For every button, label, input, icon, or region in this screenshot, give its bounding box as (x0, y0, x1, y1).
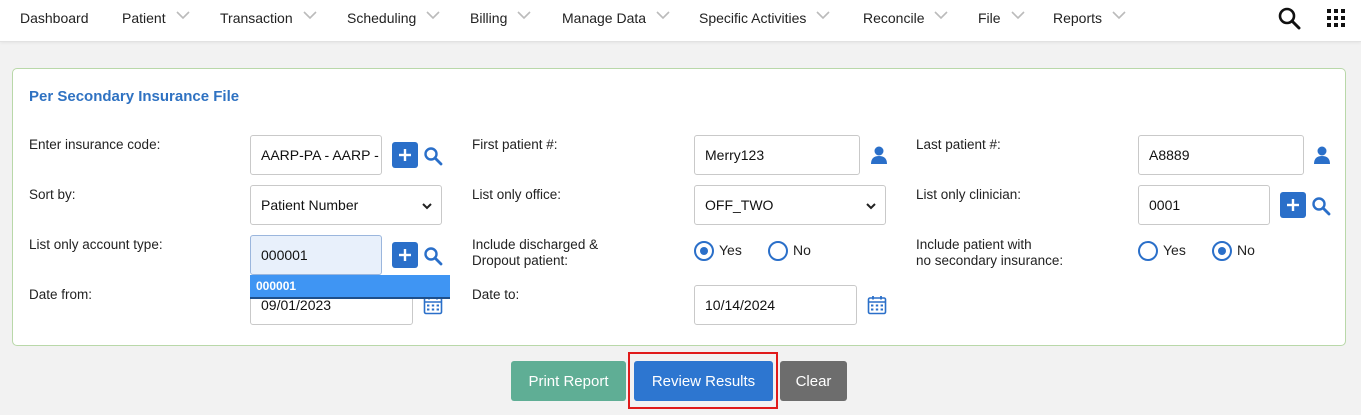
search-account-type-icon[interactable] (423, 246, 443, 271)
nav-specific-activities-label: Specific Activities (699, 10, 807, 26)
last-patient-input[interactable]: A8889 (1138, 135, 1304, 175)
include-no-secondary-no-radio[interactable] (1212, 241, 1232, 261)
include-discharged-label-line1: Include discharged & (472, 237, 599, 252)
list-clinician-label: List only clinician: (916, 187, 1022, 202)
nav-scheduling-label: Scheduling (347, 10, 417, 26)
list-office-label: List only office: (472, 187, 562, 202)
nav-reports-label: Reports (1053, 10, 1103, 26)
include-no-secondary-label-line1: Include patient with (916, 237, 1032, 252)
chevron-down-icon (1112, 10, 1126, 20)
list-office-value: OFF_TWO (705, 197, 774, 213)
plus-icon (399, 249, 411, 261)
search-insurance-icon[interactable] (423, 146, 443, 171)
user-icon[interactable] (1313, 145, 1331, 170)
list-clinician-input[interactable]: 0001 (1138, 185, 1270, 225)
nav-scheduling[interactable]: Scheduling (347, 0, 440, 36)
list-office-select[interactable]: OFF_TWO (694, 185, 886, 225)
chevron-down-icon (656, 10, 670, 20)
apps-grid-icon[interactable] (1327, 9, 1345, 27)
first-patient-input[interactable]: Merry123 (694, 135, 860, 175)
nav-billing-label: Billing (470, 10, 508, 26)
search-icon[interactable] (1277, 6, 1301, 30)
add-clinician-button[interactable] (1280, 192, 1306, 218)
search-clinician-icon[interactable] (1311, 196, 1331, 221)
highlight-box (628, 352, 778, 409)
nav-patient[interactable]: Patient (122, 0, 190, 36)
calendar-icon[interactable] (867, 295, 887, 320)
nav-manage-data-label: Manage Data (562, 10, 647, 26)
nav-transaction-label: Transaction (220, 10, 293, 26)
plus-icon (1287, 199, 1299, 211)
chevron-down-icon (176, 10, 190, 20)
include-discharged-label: Include discharged & Dropout patient: (472, 237, 598, 269)
nav-patient-label: Patient (122, 10, 166, 26)
chevron-down-icon (865, 199, 877, 211)
include-discharged-yes-radio[interactable] (694, 241, 714, 261)
nav-reconcile[interactable]: Reconcile (863, 0, 949, 36)
sort-by-label: Sort by: (29, 187, 76, 202)
chevron-down-icon (421, 199, 433, 211)
date-to-input[interactable]: 10/14/2024 (694, 285, 857, 325)
nav-file-label: File (978, 10, 1001, 26)
nav-specific-activities[interactable]: Specific Activities (699, 0, 830, 36)
clear-button[interactable]: Clear (780, 361, 847, 401)
include-no-secondary-label-line2: no secondary insurance: (916, 253, 1064, 268)
nav-dashboard-label: Dashboard (20, 10, 89, 26)
chevron-down-icon (1010, 10, 1025, 20)
chevron-down-icon (934, 10, 949, 20)
nav-manage-data[interactable]: Manage Data (562, 0, 670, 36)
nav-transaction[interactable]: Transaction (220, 0, 317, 36)
include-discharged-label-line2: Dropout patient: (472, 253, 569, 268)
nav-dashboard[interactable]: Dashboard (20, 0, 89, 36)
chevron-down-icon (816, 10, 830, 20)
sort-by-select[interactable]: Patient Number (250, 185, 442, 225)
report-criteria-panel: Per Secondary Insurance File Enter insur… (12, 68, 1346, 346)
chevron-down-icon (303, 10, 317, 20)
date-to-label: Date to: (472, 287, 520, 302)
include-no-secondary-no-label: No (1237, 242, 1255, 258)
account-type-suggestion[interactable]: 000001 (250, 275, 450, 299)
account-type-input[interactable]: 000001 (250, 235, 382, 275)
add-account-type-button[interactable] (392, 242, 418, 268)
include-discharged-yes-label: Yes (719, 242, 742, 258)
date-from-label: Date from: (29, 287, 93, 302)
nav-reports[interactable]: Reports (1053, 0, 1126, 36)
nav-reconcile-label: Reconcile (863, 10, 925, 26)
user-icon[interactable] (870, 145, 888, 170)
account-type-label: List only account type: (29, 237, 163, 252)
top-navigation-bar: Dashboard Patient Transaction Scheduling… (0, 0, 1361, 42)
include-discharged-no-radio[interactable] (768, 241, 788, 261)
include-no-secondary-yes-radio[interactable] (1138, 241, 1158, 261)
nav-file[interactable]: File (978, 0, 1025, 36)
plus-icon (399, 149, 411, 161)
include-no-secondary-yes-label: Yes (1163, 242, 1186, 258)
insurance-code-input[interactable]: AARP-PA - AARP - (250, 135, 382, 175)
print-report-button[interactable]: Print Report (511, 361, 626, 401)
nav-billing[interactable]: Billing (470, 0, 531, 36)
add-insurance-button[interactable] (392, 142, 418, 168)
include-no-secondary-label: Include patient with no secondary insura… (916, 237, 1063, 269)
first-patient-label: First patient #: (472, 137, 558, 152)
chevron-down-icon (517, 10, 531, 20)
include-discharged-no-label: No (793, 242, 811, 258)
panel-title: Per Secondary Insurance File (29, 88, 240, 105)
chevron-down-icon (426, 10, 440, 20)
last-patient-label: Last patient #: (916, 137, 1001, 152)
insurance-code-label: Enter insurance code: (29, 137, 161, 152)
sort-by-value: Patient Number (261, 197, 359, 213)
